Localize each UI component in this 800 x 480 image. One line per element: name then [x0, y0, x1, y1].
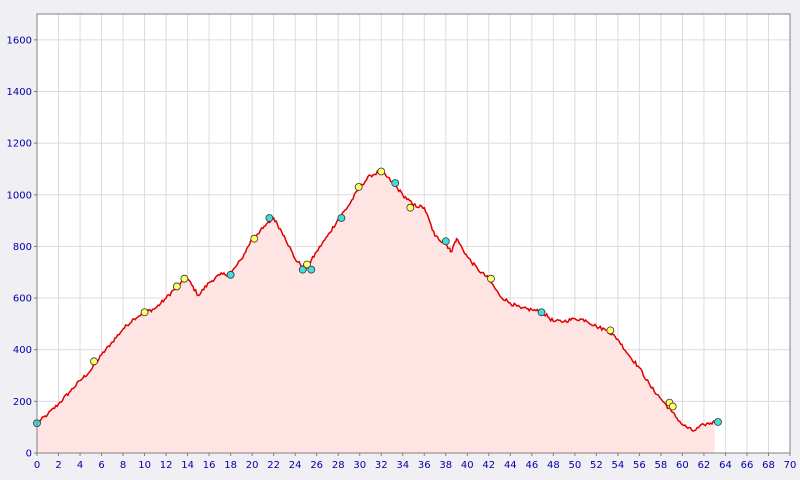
x-tick-label: 28 — [332, 460, 345, 471]
x-tick-label: 32 — [375, 460, 388, 471]
x-tick-label: 8 — [120, 460, 126, 471]
waypoint-marker-yellow — [354, 183, 363, 191]
x-tick-label: 62 — [698, 460, 711, 471]
waypoint-marker-cyan — [337, 214, 346, 222]
x-tick-label: 54 — [612, 460, 625, 471]
x-tick-label: 24 — [289, 460, 302, 471]
waypoint-marker-yellow — [172, 282, 181, 291]
y-tick-label: 1600 — [7, 35, 32, 46]
elevation-chart: 0 2 4 6 8 10 12 14 16 18 20 22 24 26 28 30 32 34 36 38 40 42 4… — [0, 0, 800, 480]
waypoint-marker-yellow — [406, 203, 415, 212]
waypoint-marker-cyan — [441, 237, 450, 246]
x-tick-label: 66 — [741, 460, 754, 471]
x-tick-label: 22 — [267, 460, 280, 471]
y-tick-label: 600 — [13, 294, 32, 305]
waypoint-marker-yellow — [180, 274, 189, 283]
x-tick-label: 50 — [568, 460, 581, 471]
x-tick-label: 26 — [310, 460, 323, 471]
x-tick-label: 56 — [633, 460, 646, 471]
x-tick-label: 6 — [98, 460, 104, 471]
y-tick-label: 1400 — [7, 87, 32, 98]
x-tick-label: 10 — [138, 460, 151, 471]
y-tick-label: 200 — [13, 397, 32, 408]
waypoint-marker-yellow — [90, 357, 98, 366]
y-tick-label: 0 — [26, 449, 32, 460]
x-tick-label: 42 — [482, 460, 495, 471]
x-tick-label: 70 — [784, 460, 797, 471]
x-tick-label: 64 — [719, 460, 732, 471]
x-tick-label: 18 — [224, 460, 237, 471]
waypoint-marker-yellow — [487, 274, 495, 283]
waypoint-marker-yellow — [140, 308, 149, 317]
x-tick-label: 58 — [655, 460, 668, 471]
y-tick-label: 400 — [13, 345, 32, 356]
waypoint-marker-cyan — [391, 179, 400, 188]
x-tick-label: 14 — [181, 460, 194, 471]
x-tick-label: 36 — [418, 460, 431, 471]
x-tick-label: 0 — [34, 460, 40, 471]
x-tick-label: 60 — [676, 460, 689, 471]
waypoint-marker-cyan — [714, 418, 722, 426]
waypoint-marker-cyan — [307, 265, 316, 274]
x-tick-label: 16 — [203, 460, 216, 471]
x-tick-label: 20 — [246, 460, 259, 471]
y-tick-label: 800 — [13, 242, 32, 253]
waypoint-marker-yellow — [606, 326, 615, 335]
x-tick-label: 40 — [461, 460, 474, 471]
waypoint-marker-cyan — [265, 214, 274, 222]
x-tick-label: 4 — [77, 460, 83, 471]
waypoint-marker-yellow — [668, 402, 677, 411]
x-tick-label: 12 — [160, 460, 173, 471]
y-tick-label: 1000 — [7, 190, 32, 201]
x-tick-label: 48 — [547, 460, 560, 471]
x-tick-label: 52 — [590, 460, 603, 471]
waypoint-marker-cyan — [226, 270, 235, 279]
x-tick-label: 68 — [762, 460, 775, 471]
x-tick-label: 2 — [55, 460, 61, 471]
x-tick-label: 30 — [353, 460, 366, 471]
x-tick-label: 34 — [396, 460, 409, 471]
x-tick-label: 46 — [525, 460, 538, 471]
waypoint-marker-yellow — [250, 234, 259, 243]
x-tick-label: 44 — [504, 460, 517, 471]
waypoint-marker-cyan — [537, 308, 546, 317]
waypoint-marker-yellow — [377, 167, 386, 176]
y-tick-label: 1200 — [7, 139, 32, 150]
x-tick-label: 38 — [439, 460, 452, 471]
